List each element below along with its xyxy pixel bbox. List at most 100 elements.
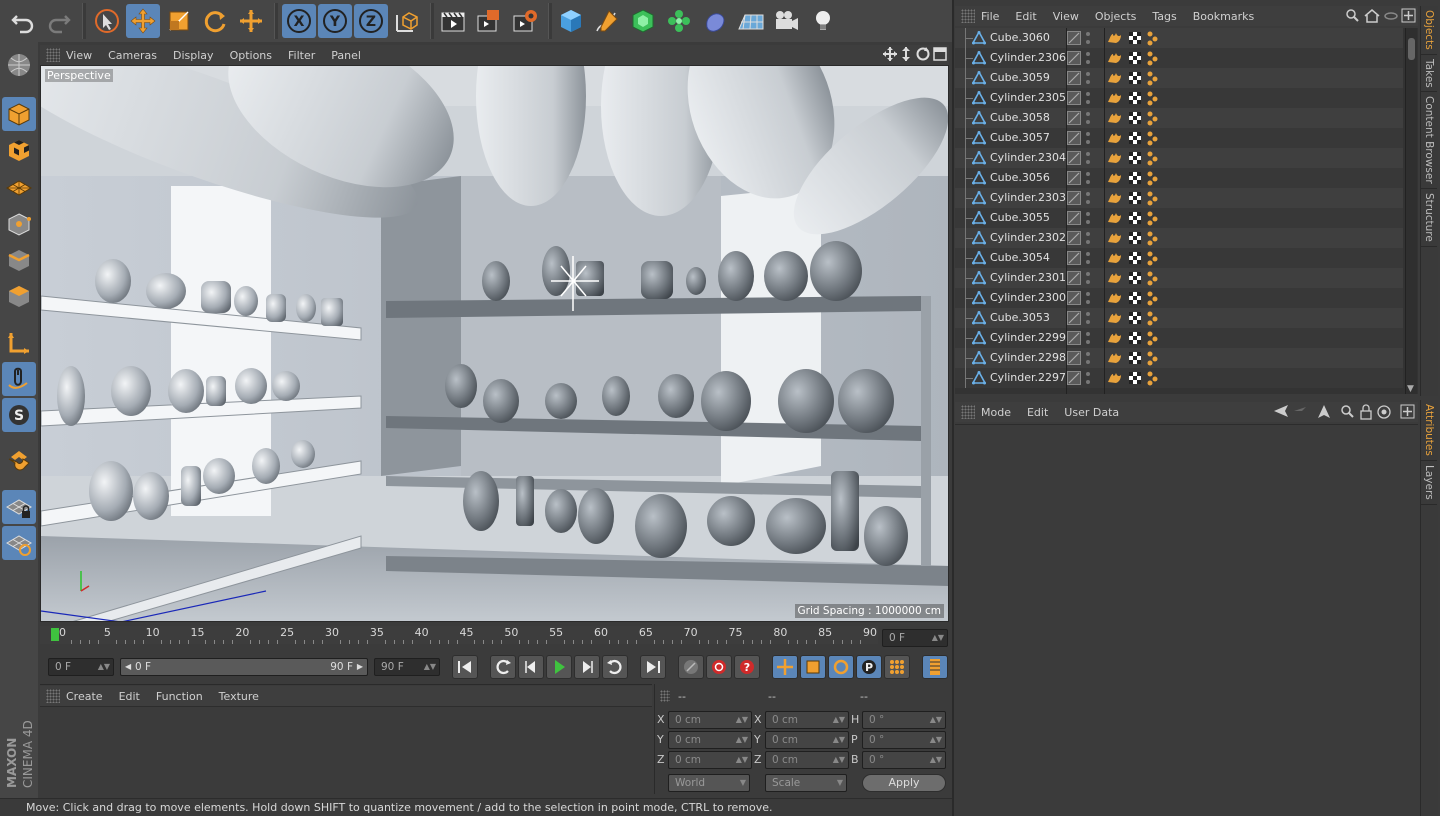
menu-display[interactable]: Display <box>173 49 214 62</box>
tags-icon[interactable] <box>1107 30 1167 46</box>
keyframe-selection-icon[interactable]: ? <box>734 655 760 679</box>
menu-panel[interactable]: Panel <box>331 49 361 62</box>
coord-size-field[interactable]: 0 cm ▲▼ <box>765 731 849 749</box>
layer-icon[interactable] <box>1067 71 1081 85</box>
target-icon[interactable] <box>1377 405 1391 419</box>
zoom-view-icon[interactable] <box>902 47 910 61</box>
tags-icon[interactable] <box>1107 370 1167 386</box>
texture-mode-icon[interactable] <box>2 133 36 167</box>
layer-icon[interactable] <box>1067 351 1081 365</box>
end-frame-field[interactable]: 90 F ▲▼ <box>374 658 440 676</box>
object-row[interactable]: Cylinder.2299 <box>955 328 1403 348</box>
tags-icon[interactable] <box>1107 310 1167 326</box>
x-axis-icon[interactable]: X <box>282 4 316 38</box>
menu-tags[interactable]: Tags <box>1152 10 1176 23</box>
menu-function[interactable]: Function <box>156 690 203 703</box>
layer-icon[interactable] <box>1067 111 1081 125</box>
object-name[interactable]: Cube.3058 <box>990 111 1050 124</box>
object-name[interactable]: Cylinder.2297 <box>990 371 1066 384</box>
object-name[interactable]: Cylinder.2306 <box>990 51 1066 64</box>
visibility-dots-icon[interactable] <box>1085 150 1091 166</box>
scale-icon[interactable] <box>162 4 196 38</box>
object-name[interactable]: Cube.3056 <box>990 171 1050 184</box>
next-frame-icon[interactable] <box>574 655 600 679</box>
object-list[interactable]: Cube.3060 Cylinder.2306 Cube.3059 Cylinder.… <box>955 28 1418 394</box>
pen-spline-icon[interactable] <box>590 4 624 38</box>
object-row[interactable]: Cylinder.2297 <box>955 368 1403 388</box>
visibility-dots-icon[interactable] <box>1085 30 1091 46</box>
tags-icon[interactable] <box>1107 270 1167 286</box>
tags-icon[interactable] <box>1107 130 1167 146</box>
render-picture-viewer-icon[interactable] <box>472 4 506 38</box>
layer-icon[interactable] <box>1067 331 1081 345</box>
coord-rotation-field[interactable]: 0 ° ▲▼ <box>862 711 946 729</box>
coordinate-system-icon[interactable] <box>390 4 424 38</box>
key-point-level-icon[interactable] <box>884 655 910 679</box>
object-name[interactable]: Cylinder.2304 <box>990 151 1066 164</box>
scrollbar-thumb[interactable] <box>1408 38 1415 60</box>
tags-icon[interactable] <box>1107 330 1167 346</box>
object-name[interactable]: Cylinder.2300 <box>990 291 1066 304</box>
object-name[interactable]: Cylinder.2305 <box>990 91 1066 104</box>
layer-icon[interactable] <box>1067 151 1081 165</box>
new-panel-icon[interactable] <box>1400 404 1415 419</box>
timeline-window-icon[interactable] <box>922 655 948 679</box>
object-name[interactable]: Cube.3057 <box>990 131 1050 144</box>
layer-icon[interactable] <box>1067 251 1081 265</box>
layer-icon[interactable] <box>1067 31 1081 45</box>
layer-icon[interactable] <box>1067 311 1081 325</box>
new-panel-icon[interactable] <box>1401 8 1416 23</box>
search-icon[interactable] <box>1341 405 1354 418</box>
menu-file[interactable]: File <box>981 10 999 23</box>
visibility-dots-icon[interactable] <box>1085 330 1091 346</box>
select-cursor-icon[interactable] <box>90 4 124 38</box>
object-row[interactable]: Cube.3057 <box>955 128 1403 148</box>
z-axis-icon[interactable]: Z <box>354 4 388 38</box>
snapping-icon[interactable]: S <box>2 398 36 432</box>
polygons-mode-icon[interactable] <box>2 279 36 313</box>
previous-frame-icon[interactable] <box>518 655 544 679</box>
tags-icon[interactable] <box>1107 110 1167 126</box>
subdivision-icon[interactable] <box>626 4 660 38</box>
camera-icon[interactable] <box>770 4 804 38</box>
tags-icon[interactable] <box>1107 250 1167 266</box>
object-name[interactable]: Cube.3060 <box>990 31 1050 44</box>
menu-options[interactable]: Options <box>230 49 272 62</box>
tags-icon[interactable] <box>1107 150 1167 166</box>
tags-icon[interactable] <box>1107 170 1167 186</box>
layer-icon[interactable] <box>1067 91 1081 105</box>
scroll-down-icon[interactable]: ▼ <box>1407 384 1414 394</box>
light-icon[interactable] <box>806 4 840 38</box>
workplane-mode-icon[interactable] <box>2 169 36 203</box>
cube-object-icon[interactable] <box>554 4 588 38</box>
object-name[interactable]: Cylinder.2303 <box>990 191 1066 204</box>
menu-view[interactable]: View <box>1053 10 1079 23</box>
tab-content-browser[interactable]: Content Browser <box>1421 92 1437 190</box>
edges-mode-icon[interactable] <box>2 243 36 277</box>
object-row[interactable]: Cube.3054 <box>955 248 1403 268</box>
maximize-view-icon[interactable] <box>933 47 947 61</box>
object-row[interactable]: Cube.3053 <box>955 308 1403 328</box>
frame-range-slider[interactable]: ◀ 0 F 90 F ▶ <box>120 658 368 676</box>
previous-key-icon[interactable] <box>490 655 516 679</box>
tags-icon[interactable] <box>1107 90 1167 106</box>
tags-icon[interactable] <box>1107 230 1167 246</box>
back-arrow-icon[interactable] <box>1274 405 1288 417</box>
apply-button[interactable]: Apply <box>862 774 946 792</box>
tags-icon[interactable] <box>1107 290 1167 306</box>
render-view-icon[interactable] <box>436 4 470 38</box>
start-frame-field[interactable]: 0 F ▲▼ <box>48 658 114 676</box>
layer-icon[interactable] <box>1067 291 1081 305</box>
object-row[interactable]: Cube.3058 <box>955 108 1403 128</box>
key-scale-icon[interactable] <box>800 655 826 679</box>
perspective-viewport[interactable]: Perspective Grid Spacing : 1000000 cm <box>40 65 949 622</box>
pan-view-icon[interactable] <box>883 47 897 61</box>
visibility-dots-icon[interactable] <box>1085 270 1091 286</box>
coord-rotation-field[interactable]: 0 ° ▲▼ <box>862 731 946 749</box>
lock-icon[interactable] <box>1360 404 1372 420</box>
layer-icon[interactable] <box>1067 231 1081 245</box>
home-icon[interactable] <box>1364 9 1380 23</box>
visibility-dots-icon[interactable] <box>1085 110 1091 126</box>
visibility-dots-icon[interactable] <box>1085 130 1091 146</box>
go-to-end-icon[interactable] <box>640 655 666 679</box>
